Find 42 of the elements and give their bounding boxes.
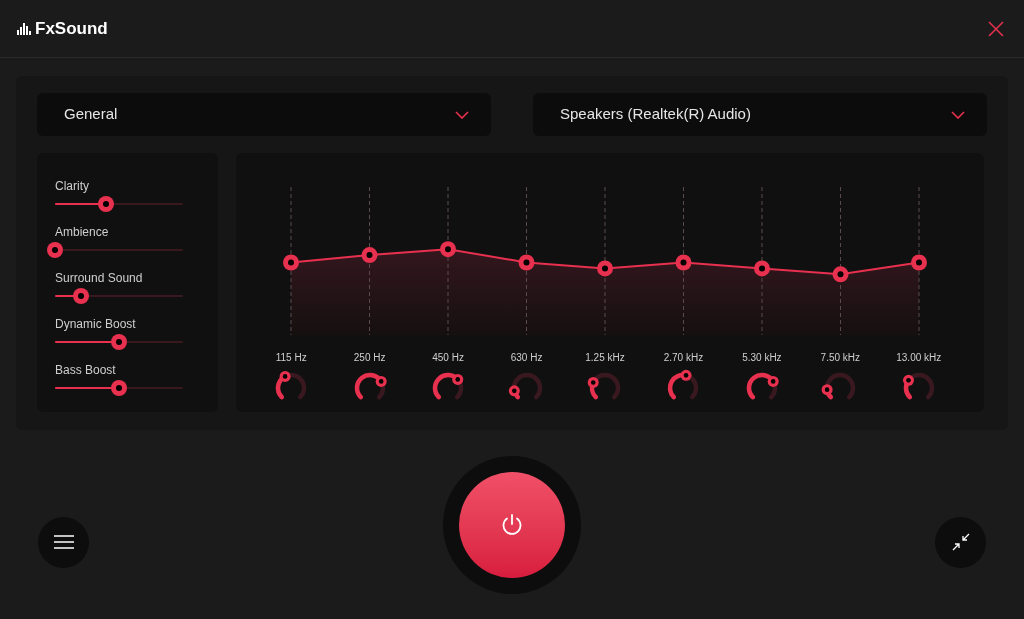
eq-band-handle[interactable] xyxy=(911,254,927,271)
slider-thumb[interactable] xyxy=(111,380,127,396)
band-frequency: 630 Hz xyxy=(510,351,543,365)
eq-band-handle[interactable] xyxy=(675,254,692,271)
minimize-button[interactable] xyxy=(935,516,986,568)
eq-band-handle[interactable] xyxy=(361,247,378,264)
slider-thumb[interactable] xyxy=(47,242,63,258)
equalizer-bars-icon xyxy=(17,22,31,35)
preset-dropdown[interactable]: General xyxy=(37,93,491,136)
eq-band-handle[interactable] xyxy=(518,254,535,271)
effect-label: Bass Boost xyxy=(55,363,117,377)
band-frequency: 115 Hz xyxy=(275,351,307,365)
effect-label: Dynamic Boost xyxy=(55,317,137,331)
eq-band-handle[interactable] xyxy=(832,266,849,283)
band-frequency: 2.70 kHz xyxy=(663,351,704,365)
close-button[interactable] xyxy=(986,18,1006,39)
effect-label: Ambience xyxy=(55,225,110,239)
close-icon xyxy=(988,20,1004,37)
chevron-down-icon xyxy=(951,110,965,119)
band-frequency: 450 Hz xyxy=(432,351,464,365)
eq-band-handle[interactable] xyxy=(440,241,456,258)
power-icon xyxy=(500,513,524,537)
chevron-down-icon xyxy=(455,110,469,119)
app-title: FxSound xyxy=(35,17,108,40)
eq-band-handle[interactable] xyxy=(597,260,613,277)
band-frequency: 7.50 kHz xyxy=(820,351,861,365)
menu-icon xyxy=(53,535,74,549)
power-button[interactable] xyxy=(459,472,565,578)
slider-thumb[interactable] xyxy=(72,288,89,304)
eq-band-handle[interactable] xyxy=(754,260,770,277)
band-frequency: 250 Hz xyxy=(353,351,386,365)
menu-button[interactable] xyxy=(38,516,89,568)
collapse-arrows-icon xyxy=(951,533,970,551)
band-frequency: 1.25 kHz xyxy=(585,351,625,365)
output-device-dropdown[interactable]: Speakers (Realtek(R) Audio) xyxy=(533,93,987,136)
effect-label: Clarity xyxy=(55,179,90,193)
eq-band-handle[interactable] xyxy=(283,254,299,271)
effect-label: Surround Sound xyxy=(55,271,144,285)
slider-thumb[interactable] xyxy=(98,196,115,212)
slider-thumb[interactable] xyxy=(111,334,127,350)
band-frequency: 13.00 kHz xyxy=(896,351,942,365)
band-frequency: 5.30 kHz xyxy=(742,351,782,365)
